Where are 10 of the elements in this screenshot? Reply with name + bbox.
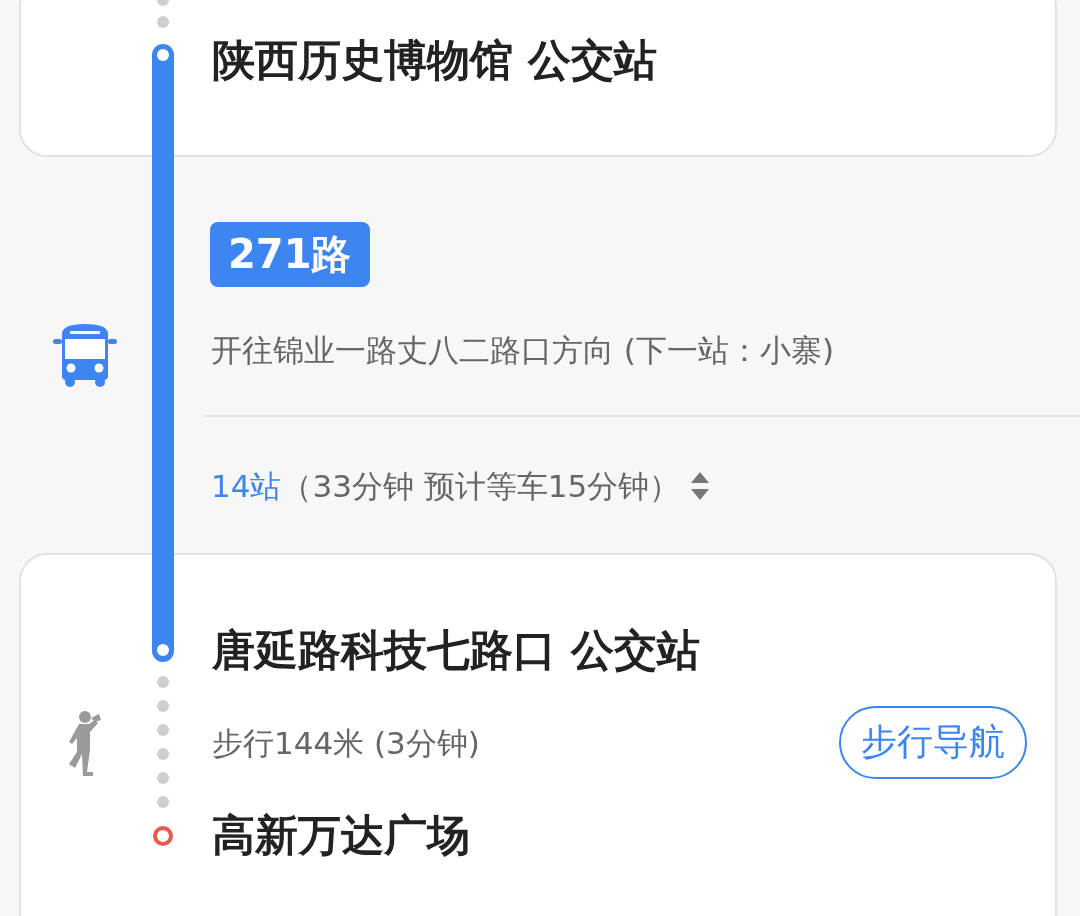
destination-name: 高新万达广场 (212, 809, 471, 862)
ride-summary[interactable]: 14站（33分钟 预计等车15分钟） (211, 466, 681, 506)
bus-line-badge: 271路 (210, 222, 370, 287)
stop-name: 陕西历史博物馆 公交站 (212, 34, 658, 87)
walk-navigation-button[interactable]: 步行导航 (839, 706, 1027, 779)
stop-name: 唐延路科技七路口 公交站 (212, 624, 701, 677)
bus-icon (52, 322, 118, 388)
walk-info: 步行144米 (3分钟) (212, 723, 480, 763)
expand-icon[interactable] (690, 470, 711, 502)
bus-direction: 开往锦业一路丈八二路口方向 (下一站：小寨) (211, 331, 835, 370)
